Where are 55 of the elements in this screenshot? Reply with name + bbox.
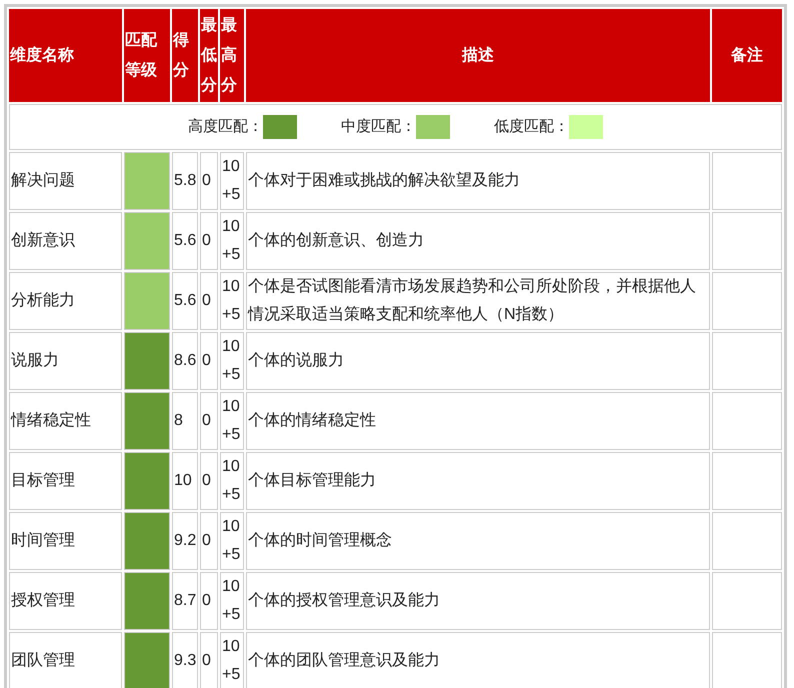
legend-label: 低度匹配：	[494, 117, 569, 137]
table-cell: 10 +5	[220, 512, 244, 570]
table-cell: 10 +5	[220, 572, 244, 630]
table-cell: 授权管理	[9, 572, 122, 630]
table-cell: 分析能力	[9, 272, 122, 330]
table-cell: 解决问题	[9, 152, 122, 210]
table-cell: 0	[200, 332, 218, 390]
table-cell: 10	[172, 452, 198, 510]
table-cell: 0	[200, 212, 218, 270]
column-header: 最高分	[220, 9, 244, 102]
column-header: 得分	[172, 9, 198, 102]
table-cell: 10 +5	[220, 452, 244, 510]
table-cell: 10 +5	[220, 632, 244, 688]
table-cell: 8.7	[172, 572, 198, 630]
table-cell: 个体目标管理能力	[246, 452, 710, 510]
table-cell: 8	[172, 392, 198, 450]
table-cell: 时间管理	[9, 512, 122, 570]
column-header: 维度名称	[9, 9, 122, 102]
column-header: 描述	[246, 9, 710, 102]
table-cell: 情绪稳定性	[9, 392, 122, 450]
column-header: 最低分	[200, 9, 218, 102]
table-cell: 5.6	[172, 212, 198, 270]
table-cell: 个体的创新意识、创造力	[246, 212, 710, 270]
legend-label: 高度匹配：	[188, 117, 263, 137]
table-cell: 0	[200, 392, 218, 450]
table-cell: 个体的说服力	[246, 332, 710, 390]
table-cell: 个体的授权管理意识及能力	[246, 572, 710, 630]
table-cell: 个体的时间管理概念	[246, 512, 710, 570]
table-cell: 个体对于困难或挑战的解决欲望及能力	[246, 152, 710, 210]
column-header: 备注	[712, 9, 782, 102]
table-cell: 9.3	[172, 632, 198, 688]
table-cell: 10 +5	[220, 152, 244, 210]
table-cell: 说服力	[9, 332, 122, 390]
table-cell: 0	[200, 632, 218, 688]
legend-label: 中度匹配：	[341, 117, 416, 137]
table-cell: 5.6	[172, 272, 198, 330]
table-cell: 个体是否试图能看清市场发展趋势和公司所处阶段，并根据他人情况采取适当策略支配和统率他人（N指数）	[246, 272, 710, 330]
table-cell: 10 +5	[220, 272, 244, 330]
table-cell: 个体的团队管理意识及能力	[246, 632, 710, 688]
table-cell: 团队管理	[9, 632, 122, 688]
table-cell: 0	[200, 572, 218, 630]
table-cell: 10 +5	[220, 212, 244, 270]
table-cell: 0	[200, 452, 218, 510]
column-header: 匹配等级	[124, 9, 170, 102]
table-cell: 8.6	[172, 332, 198, 390]
table-cell: 0	[200, 272, 218, 330]
table-cell: 9.2	[172, 512, 198, 570]
table-cell: 个体的情绪稳定性	[246, 392, 710, 450]
table-cell: 5.8	[172, 152, 198, 210]
table-cell: 10 +5	[220, 332, 244, 390]
table-cell: 0	[200, 512, 218, 570]
table-cell: 目标管理	[9, 452, 122, 510]
table-cell: 0	[200, 152, 218, 210]
table-cell: 创新意识	[9, 212, 122, 270]
table-cell: 10 +5	[220, 392, 244, 450]
